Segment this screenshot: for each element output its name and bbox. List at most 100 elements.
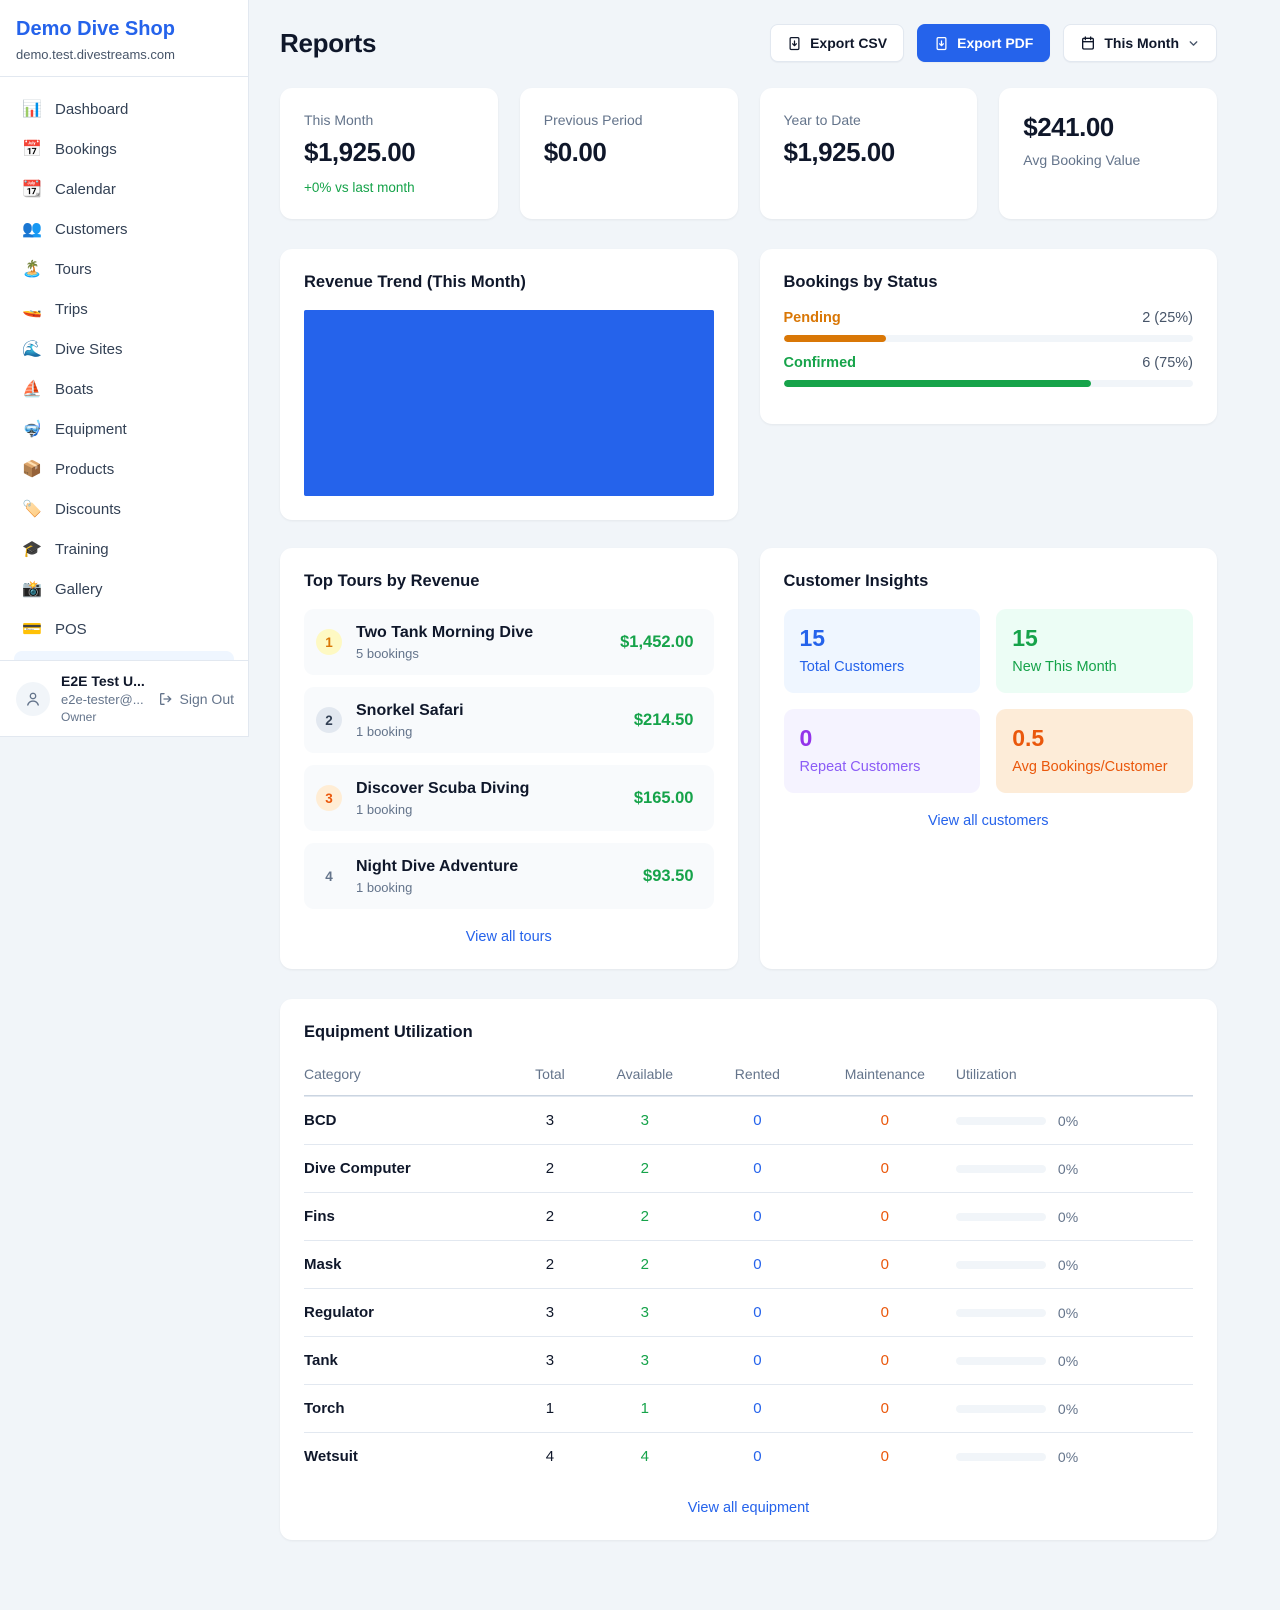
rank-badge: 2 <box>316 707 342 733</box>
chevron-down-icon <box>1187 37 1200 50</box>
main-content: Reports Export CSV Export PDF This Month <box>249 0 1280 1580</box>
equipment-category: Mask <box>304 1256 511 1273</box>
sidebar-item-training[interactable]: 🎓 Training <box>8 529 240 569</box>
sidebar-item-calendar[interactable]: 📆 Calendar <box>8 169 240 209</box>
sidebar-item-customers[interactable]: 👥 Customers <box>8 209 240 249</box>
stat-label: Year to Date <box>784 112 954 128</box>
products-icon: 📦 <box>22 459 42 479</box>
dashboard-icon: 📊 <box>22 99 42 119</box>
bookings-by-status-card: Bookings by Status Pending 2 (25%) Confi… <box>760 249 1218 424</box>
sidebar: Demo Dive Shop demo.test.divestreams.com… <box>0 0 249 737</box>
sign-out-button[interactable]: Sign Out <box>158 691 234 707</box>
sidebar-item-label: Dive Sites <box>55 341 123 358</box>
utilization-percent: 0% <box>1058 1305 1078 1321</box>
sidebar-item-gallery[interactable]: 📸 Gallery <box>8 569 240 609</box>
insight-tile-total-customers: 15 Total Customers <box>784 609 981 693</box>
column-header-maintenance: Maintenance <box>814 1066 956 1082</box>
sidebar-item-label: Calendar <box>55 181 116 198</box>
view-all-tours-link[interactable]: View all tours <box>304 929 714 945</box>
equipment-category: Tank <box>304 1352 511 1369</box>
file-download-icon <box>787 36 802 51</box>
sidebar-item-dashboard[interactable]: 📊 Dashboard <box>8 89 240 129</box>
tour-row: 2 Snorkel Safari 1 booking $214.50 <box>304 687 714 753</box>
status-label: Pending <box>784 310 841 326</box>
stat-card-previous-period: Previous Period $0.00 <box>520 88 738 219</box>
sidebar-item-pos[interactable]: 💳 POS <box>8 609 240 649</box>
revenue-trend-bar <box>304 310 714 496</box>
export-pdf-button[interactable]: Export PDF <box>917 24 1050 62</box>
insight-value: 15 <box>1012 625 1177 652</box>
sidebar-item-label: Boats <box>55 381 93 398</box>
equipment-total: 2 <box>511 1208 588 1225</box>
utilization-percent: 0% <box>1058 1257 1078 1273</box>
equipment-maintenance: 0 <box>814 1208 956 1225</box>
status-value: 2 (25%) <box>1142 310 1193 326</box>
sidebar-item-boats[interactable]: ⛵ Boats <box>8 369 240 409</box>
sidebar-item-discounts[interactable]: 🏷️ Discounts <box>8 489 240 529</box>
export-csv-button[interactable]: Export CSV <box>770 24 904 62</box>
insight-label: Total Customers <box>800 659 965 675</box>
stat-card-avg-booking-value: $241.00 Avg Booking Value <box>999 88 1217 219</box>
progress-track <box>784 335 1194 342</box>
status-label: Confirmed <box>784 355 857 371</box>
page-header: Reports Export CSV Export PDF This Month <box>280 24 1217 62</box>
header-actions: Export CSV Export PDF This Month <box>770 24 1217 62</box>
stat-delta: +0% vs last month <box>304 180 474 195</box>
view-all-customers-link[interactable]: View all customers <box>784 813 1194 829</box>
equipment-total: 2 <box>511 1160 588 1177</box>
user-email: e2e-tester@... <box>61 692 147 707</box>
equipment-rented: 0 <box>701 1256 814 1273</box>
stat-value: $241.00 <box>1023 112 1193 143</box>
charts-row: Revenue Trend (This Month) Bookings by S… <box>280 249 1217 520</box>
table-row: Regulator 3 3 0 0 0% <box>304 1288 1193 1336</box>
equipment-available: 1 <box>588 1400 701 1417</box>
equipment-rented: 0 <box>701 1304 814 1321</box>
sidebar-item-equipment[interactable]: 🤿 Equipment <box>8 409 240 449</box>
calendar-icon: 📆 <box>22 179 42 199</box>
boats-icon: ⛵ <box>22 379 42 399</box>
tour-name: Two Tank Morning Dive <box>356 624 533 642</box>
equipment-category: Regulator <box>304 1304 511 1321</box>
equipment-available: 4 <box>588 1448 701 1465</box>
insight-label: Repeat Customers <box>800 759 965 775</box>
tour-revenue: $93.50 <box>643 867 693 886</box>
insight-label: Avg Bookings/Customer <box>1012 759 1177 775</box>
equipment-rented: 0 <box>701 1352 814 1369</box>
gallery-icon: 📸 <box>22 579 42 599</box>
equipment-category: Torch <box>304 1400 511 1417</box>
sidebar-item-label: Tours <box>55 261 92 278</box>
equipment-utilization-cell: 0% <box>956 1113 1193 1129</box>
equipment-maintenance: 0 <box>814 1400 956 1417</box>
sidebar-item-trips[interactable]: 🚤 Trips <box>8 289 240 329</box>
stats-row: This Month $1,925.00 +0% vs last month P… <box>280 88 1217 219</box>
insight-value: 0.5 <box>1012 725 1177 752</box>
column-header-rented: Rented <box>701 1066 814 1082</box>
sidebar-item-dive-sites[interactable]: 🌊 Dive Sites <box>8 329 240 369</box>
sidebar-item-label: Equipment <box>55 421 127 438</box>
tour-row: 3 Discover Scuba Diving 1 booking $165.0… <box>304 765 714 831</box>
equipment-available: 2 <box>588 1208 701 1225</box>
sidebar-item-products[interactable]: 📦 Products <box>8 449 240 489</box>
view-all-equipment-link[interactable]: View all equipment <box>304 1500 1193 1516</box>
training-icon: 🎓 <box>22 539 42 559</box>
equipment-maintenance: 0 <box>814 1112 956 1129</box>
discounts-icon: 🏷️ <box>22 499 42 519</box>
sign-out-label: Sign Out <box>180 691 234 707</box>
period-selector[interactable]: This Month <box>1063 24 1217 62</box>
sidebar-item-bookings[interactable]: 📅 Bookings <box>8 129 240 169</box>
stat-value: $1,925.00 <box>304 137 474 168</box>
column-header-utilization: Utilization <box>956 1066 1193 1082</box>
sidebar-item-tours[interactable]: 🏝️ Tours <box>8 249 240 289</box>
top-tours-title: Top Tours by Revenue <box>304 572 714 591</box>
table-row: Dive Computer 2 2 0 0 0% <box>304 1144 1193 1192</box>
dive-sites-icon: 🌊 <box>22 339 42 359</box>
progress-track <box>784 380 1194 387</box>
sidebar-item-selected-partial[interactable] <box>14 651 234 660</box>
tour-row: 1 Two Tank Morning Dive 5 bookings $1,45… <box>304 609 714 675</box>
equipment-rented: 0 <box>701 1208 814 1225</box>
column-header-total: Total <box>511 1066 588 1082</box>
user-icon <box>24 690 42 708</box>
user-panel: E2E Test U... e2e-tester@... Owner Sign … <box>0 660 248 737</box>
tour-revenue: $165.00 <box>634 789 694 808</box>
stat-label: Avg Booking Value <box>1023 152 1193 168</box>
